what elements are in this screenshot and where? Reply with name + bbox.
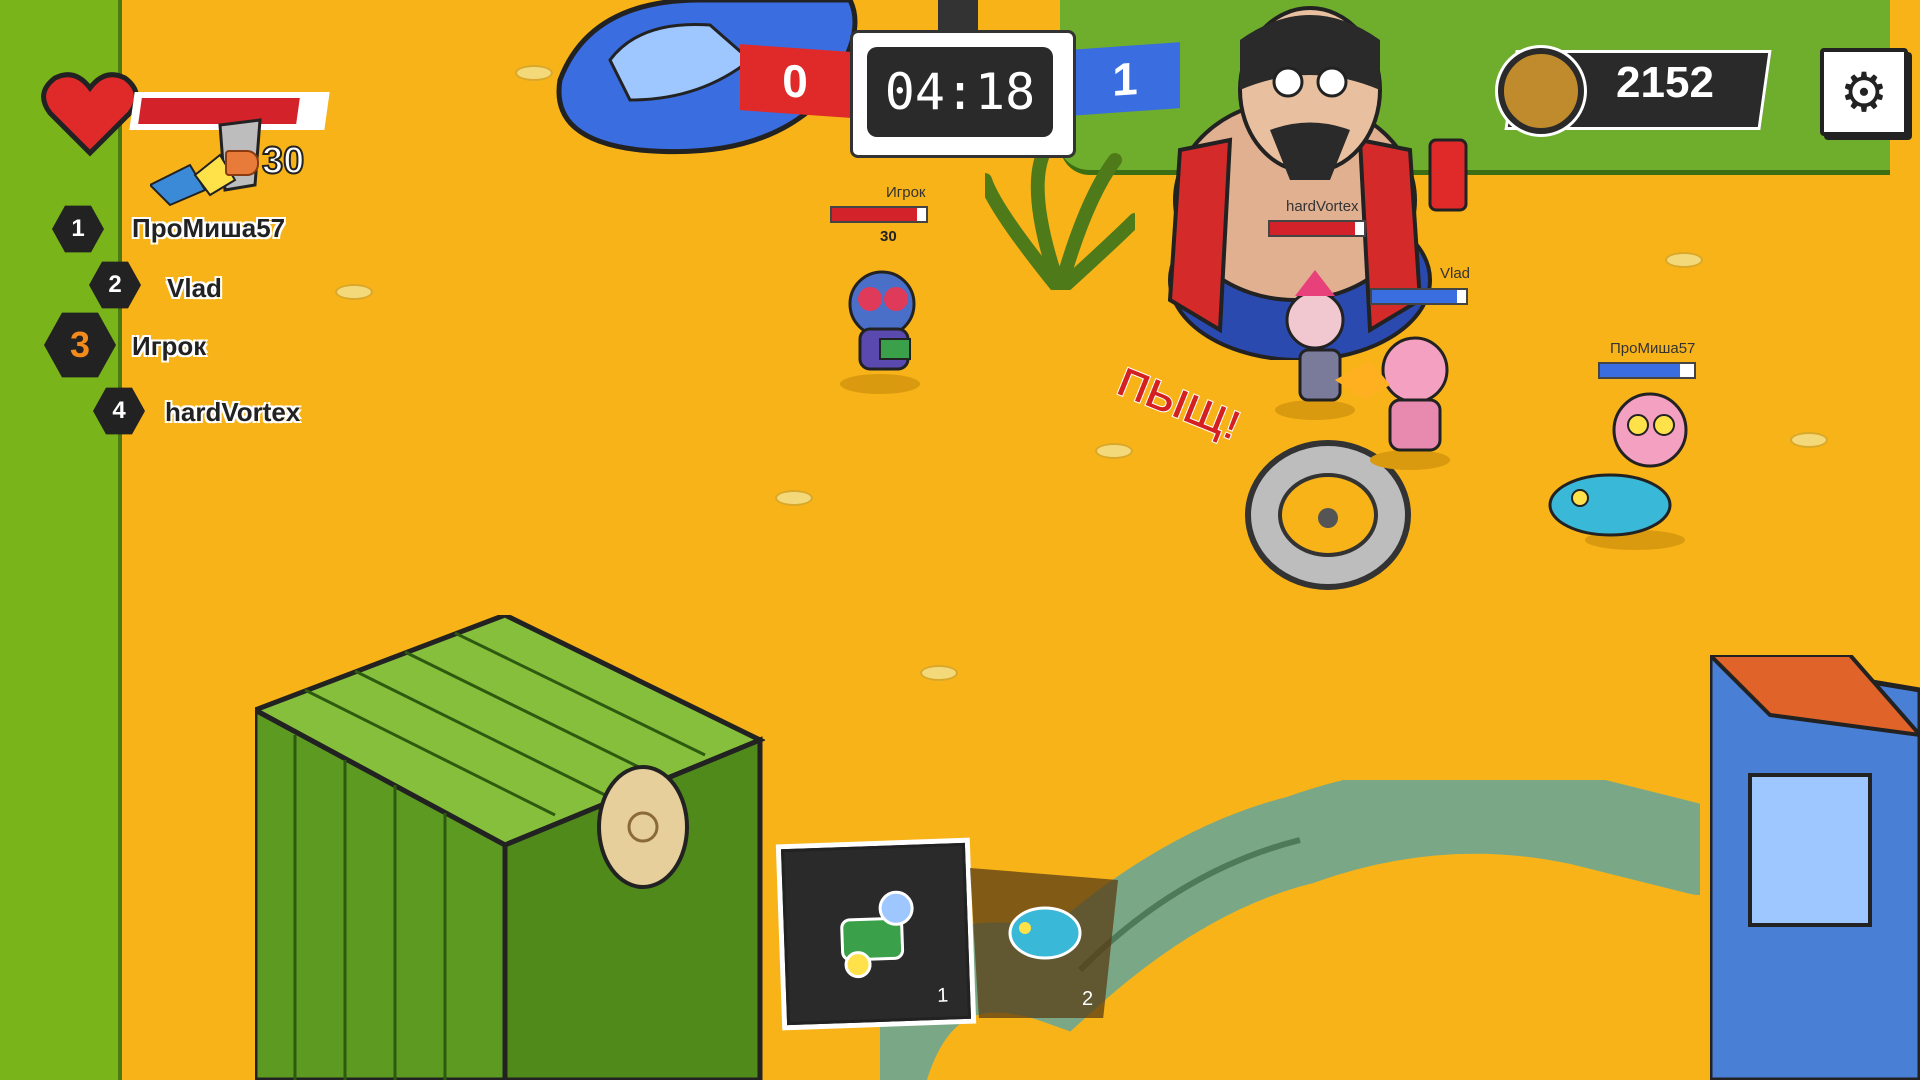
- player-name: Игрок: [886, 184, 926, 201]
- pebble: [515, 65, 553, 81]
- player-health-bar: [830, 206, 928, 223]
- sound-effect-text: ПЫЩ!: [1111, 357, 1248, 450]
- pebble: [1665, 252, 1703, 268]
- leaderboard-name: hardVortex: [165, 397, 301, 427]
- leaderboard-row: 1 ПроМиша57: [52, 203, 285, 255]
- inventory-slot-1[interactable]: 1: [780, 842, 972, 1026]
- enemy-vlad-group: Vlad: [1240, 260, 1490, 480]
- pebble: [775, 490, 813, 506]
- leaderboard-row: 4 hardVortex: [93, 385, 300, 437]
- promisha-name: ПроМиша57: [1610, 340, 1696, 357]
- enemy-promisha: ПроМиша57: [1540, 340, 1720, 570]
- green-crate: [255, 615, 765, 1080]
- settings-button[interactable]: ⚙: [1820, 48, 1908, 136]
- skull-coin-icon: [1498, 48, 1584, 134]
- leaderboard-name: ПроМиша57: [132, 213, 286, 243]
- pebble: [1095, 443, 1133, 459]
- punk-and-pig-characters: [1275, 270, 1450, 470]
- fly-character: [840, 270, 920, 394]
- leaderboard-name: Vlad: [167, 273, 222, 303]
- rank-badge: 1: [52, 205, 104, 253]
- player-ammo: 30: [880, 228, 897, 245]
- timer-text: 04:18: [867, 47, 1053, 137]
- bullet-icon: [225, 150, 259, 176]
- blue-team-score: 1: [1070, 42, 1180, 116]
- red-team-score: 0: [740, 44, 850, 118]
- pebble: [920, 665, 958, 681]
- rank-badge: 4: [93, 387, 145, 435]
- enemy-name: hardVortex: [1286, 198, 1359, 215]
- slot-number: 2: [1082, 988, 1094, 1010]
- grass-border: [0, 0, 122, 1080]
- pebble: [1790, 432, 1828, 448]
- pufferfish-icon: [1008, 906, 1082, 960]
- ammo-count: 30: [261, 139, 305, 183]
- leaderboard-name: Игрок: [132, 331, 207, 361]
- rank-badge: 2: [89, 261, 141, 309]
- gear-icon: ⚙: [1839, 60, 1889, 124]
- slot-number: 1: [936, 984, 949, 1007]
- leaderboard-row: 2 Vlad: [89, 259, 222, 311]
- inventory-slot-2[interactable]: 2: [970, 868, 1118, 1018]
- pig-with-fish-character: [1548, 392, 1688, 550]
- rank-badge-self: 3: [44, 312, 116, 378]
- leaderboard-row-self: 3 Игрок: [44, 309, 206, 381]
- timer-mount: [938, 0, 978, 34]
- coin-count: 2152: [1616, 58, 1714, 107]
- pebble: [335, 284, 373, 300]
- match-timer: 04:18: [850, 30, 1076, 158]
- promisha-health-bar: [1598, 362, 1696, 379]
- heart-icon: [41, 72, 139, 157]
- enemy-health-bar: [1268, 220, 1366, 237]
- ticket-booth: [1710, 655, 1920, 1080]
- flower-gun-icon: [840, 890, 914, 979]
